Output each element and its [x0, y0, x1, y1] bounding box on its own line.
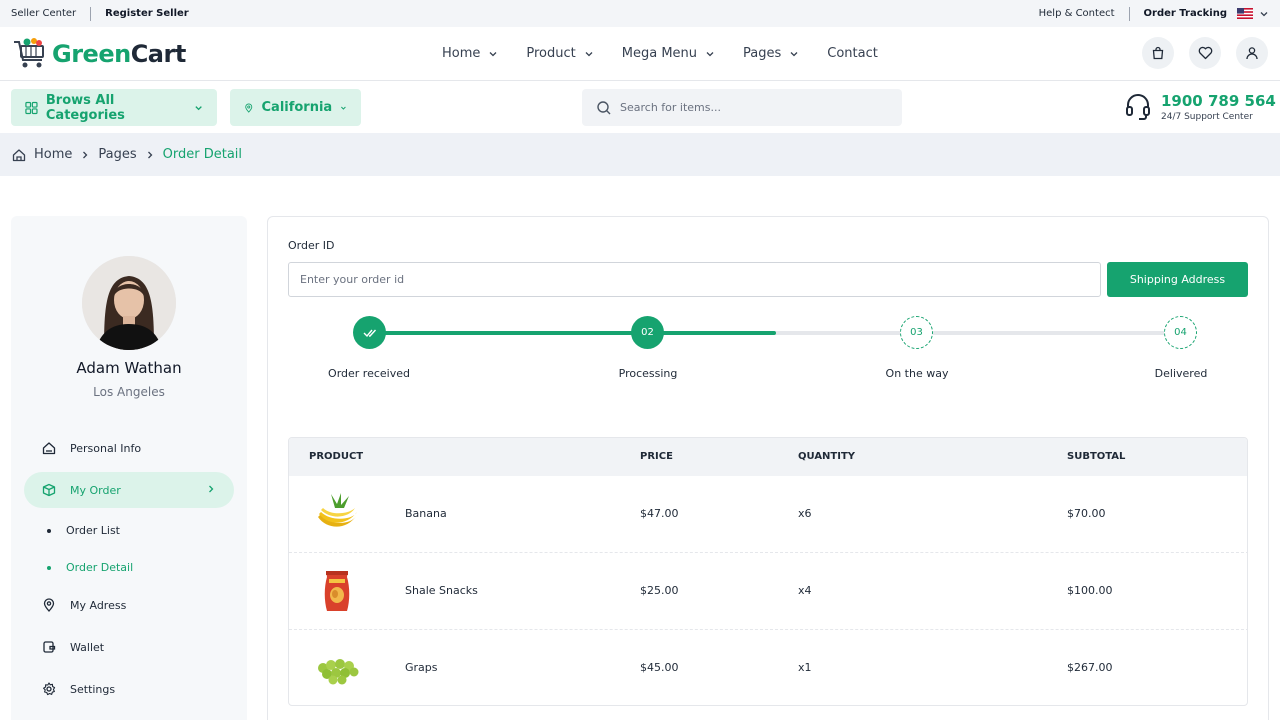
chevron-down-icon	[790, 51, 798, 56]
order-detail-panel: Order ID Shipping Address 02 03 04 Order…	[267, 216, 1269, 720]
headset-icon	[1126, 94, 1150, 120]
breadcrumb-pages[interactable]: Pages	[98, 147, 136, 162]
divider	[1128, 6, 1130, 21]
home-icon	[12, 148, 26, 161]
account-button[interactable]	[1236, 37, 1268, 69]
step-label-processing: Processing	[618, 367, 678, 380]
cart-button[interactable]	[1142, 37, 1174, 69]
wallet-icon	[43, 641, 56, 653]
chevron-down-icon	[341, 106, 346, 110]
chevron-down-icon	[195, 105, 202, 110]
seller-center-link[interactable]: Seller Center	[11, 8, 76, 19]
chevron-down-icon	[489, 51, 497, 56]
step-label-order-received: Order received	[328, 367, 410, 380]
header-price: PRICE	[640, 451, 673, 462]
search-placeholder: Search for items...	[620, 101, 721, 114]
gear-icon	[43, 682, 56, 696]
register-seller-link[interactable]: Register Seller	[105, 8, 189, 19]
chevron-right-icon	[83, 151, 88, 158]
breadcrumb-current: Order Detail	[162, 147, 243, 162]
profile-name: Adam Wathan	[76, 359, 182, 377]
support-info: 1900 789 564 24/7 Support Center	[1125, 92, 1276, 122]
browse-categories-label: Brows All Categories	[45, 92, 125, 123]
browse-categories-button[interactable]: Brows All Categories	[11, 89, 217, 126]
tracking-progress	[370, 331, 776, 335]
breadcrumb-home[interactable]: Home	[34, 147, 72, 162]
search-row: Brows All Categories California Search f…	[0, 81, 1280, 133]
header-product: PRODUCT	[309, 451, 364, 462]
step-order-received	[353, 316, 386, 349]
user-icon	[1246, 47, 1258, 60]
divider	[90, 6, 92, 21]
user-card-icon	[42, 442, 56, 455]
main-nav: Home Product Mega Menu Pages Contact	[442, 27, 878, 80]
nav-product[interactable]: Product	[526, 46, 593, 61]
header-actions	[1142, 37, 1268, 69]
support-phone[interactable]: 1900 789 564	[1161, 92, 1276, 110]
double-check-icon	[363, 329, 376, 337]
step-delivered: 04	[1164, 316, 1197, 349]
sidebar-item-personal-info[interactable]: Personal Info	[24, 430, 234, 466]
sidebar-item-my-address[interactable]: My Adress	[24, 587, 234, 623]
account-sidebar: Adam Wathan Los Angeles Personal Info My…	[11, 216, 247, 720]
chevron-right-icon	[147, 151, 153, 158]
chevron-right-icon	[209, 485, 214, 493]
heart-icon	[1198, 46, 1212, 60]
location-pin-icon	[245, 103, 253, 113]
banana-image	[318, 493, 357, 527]
table-header: PRODUCT PRICE QUANTITY SUBTOTAL	[289, 438, 1247, 476]
order-id-label: Order ID	[288, 239, 335, 252]
table-row[interactable]: Shale Snacks $25.00 x4 $100.00	[289, 553, 1247, 630]
shopping-bag-icon	[1152, 46, 1164, 60]
sidebar-item-my-order[interactable]: My Order	[24, 472, 234, 508]
header-subtotal: SUBTOTAL	[1067, 451, 1126, 462]
step-label-on-the-way: On the way	[885, 367, 949, 380]
nav-contact[interactable]: Contact	[827, 46, 878, 61]
table-row[interactable]: Banana $47.00 x6 $70.00	[289, 476, 1247, 553]
location-label: California	[261, 100, 333, 115]
sidebar-item-order-list[interactable]: Order List	[47, 524, 120, 537]
support-caption: 24/7 Support Center	[1161, 112, 1253, 122]
sidebar-item-wallet[interactable]: Wallet	[24, 629, 234, 665]
grapes-image	[318, 659, 359, 685]
step-label-delivered: Delivered	[1154, 367, 1208, 380]
snack-bag-image	[324, 571, 350, 611]
profile-city: Los Angeles	[93, 385, 165, 399]
location-pin-icon	[43, 598, 55, 612]
nav-pages[interactable]: Pages	[743, 46, 799, 61]
cart-logo-icon	[14, 38, 44, 68]
grid-icon	[25, 101, 38, 114]
chevron-down-icon	[706, 51, 714, 56]
nav-home[interactable]: Home	[442, 46, 498, 61]
brand-name: GreenCart	[52, 40, 186, 68]
nav-mega-menu[interactable]: Mega Menu	[622, 46, 715, 61]
top-bar: Seller Center Register Seller Help & Con…	[0, 0, 1280, 27]
search-icon	[597, 100, 611, 114]
header-quantity: QUANTITY	[798, 451, 856, 462]
logo[interactable]: GreenCart	[12, 36, 186, 72]
order-tracking-link[interactable]: Order Tracking	[1144, 8, 1227, 19]
shipping-address-button[interactable]: Shipping Address	[1107, 262, 1248, 297]
location-selector[interactable]: California	[230, 89, 361, 126]
order-id-input[interactable]	[288, 262, 1101, 297]
us-flag-icon	[1237, 8, 1253, 19]
main-header: GreenCart Home Product Mega Menu Pages C…	[0, 27, 1280, 81]
sidebar-item-order-detail[interactable]: Order Detail	[47, 561, 133, 574]
wishlist-button[interactable]	[1189, 37, 1221, 69]
language-selector[interactable]	[1237, 8, 1269, 19]
chevron-down-icon	[585, 51, 593, 56]
step-on-the-way: 03	[900, 316, 933, 349]
breadcrumb: Home Pages Order Detail	[0, 133, 1280, 176]
step-processing: 02	[631, 316, 664, 349]
chevron-down-icon	[1260, 11, 1268, 16]
box-icon	[42, 483, 56, 497]
search-input[interactable]: Search for items...	[582, 89, 902, 126]
avatar	[82, 256, 176, 350]
table-row[interactable]: Graps $45.00 x1 $267.00	[289, 630, 1247, 705]
bullet	[47, 565, 51, 570]
help-contact-link[interactable]: Help & Contect	[1039, 8, 1115, 19]
sidebar-item-settings[interactable]: Settings	[24, 671, 234, 707]
bullet	[47, 528, 51, 533]
order-items-table: PRODUCT PRICE QUANTITY SUBTOTAL Banana $…	[288, 437, 1248, 706]
